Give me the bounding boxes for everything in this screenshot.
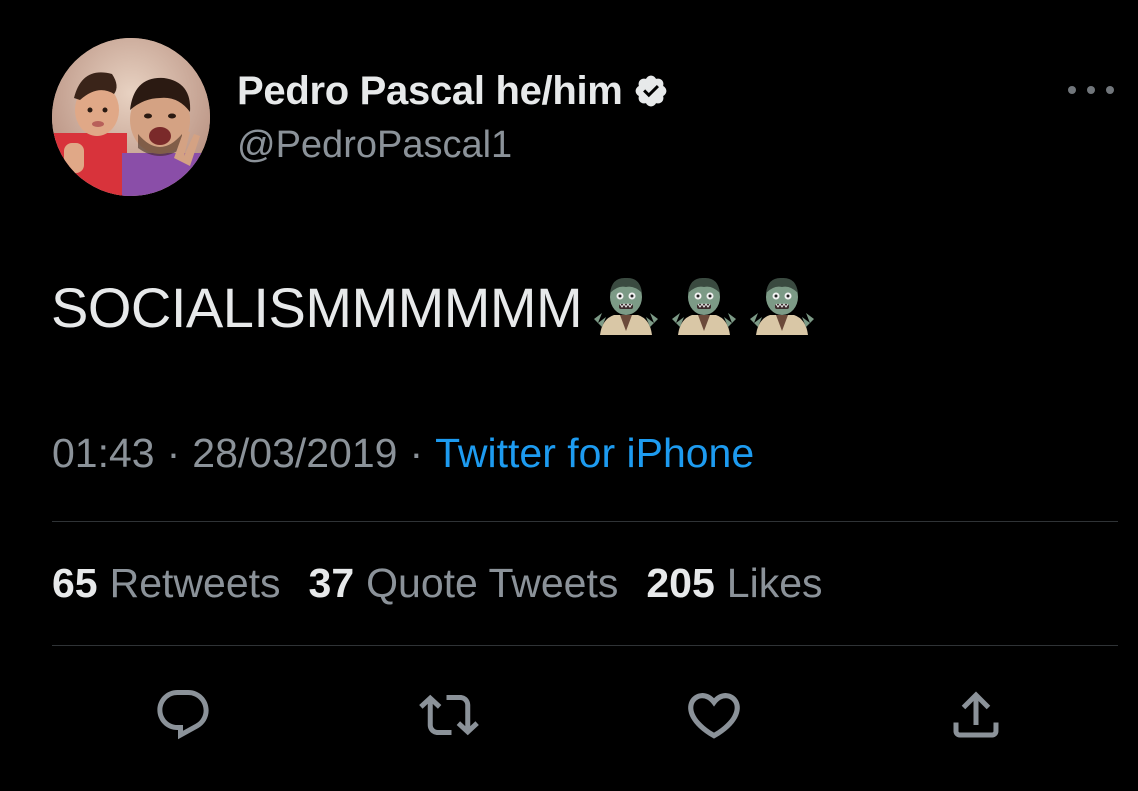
more-options-button[interactable] <box>1068 80 1114 100</box>
divider <box>52 645 1118 646</box>
more-dot-icon <box>1087 86 1095 94</box>
meta-separator: · <box>166 430 181 476</box>
tweet-date[interactable]: 28/03/2019 <box>192 430 397 477</box>
likes-stat[interactable]: 205 Likes <box>646 560 822 607</box>
share-icon <box>953 691 999 738</box>
verified-badge-icon <box>633 73 669 109</box>
meta-separator: · <box>409 430 424 476</box>
retweets-label: Retweets <box>109 560 281 606</box>
tweet-stats: 65 Retweets 37 Quote Tweets 205 Likes <box>52 560 851 607</box>
divider <box>52 521 1118 522</box>
quote-tweets-stat[interactable]: 37 Quote Tweets <box>309 560 619 607</box>
tweet-source-link[interactable]: Twitter for iPhone <box>435 430 754 477</box>
likes-count: 205 <box>646 560 715 606</box>
zombie-icon <box>670 273 738 341</box>
retweet-icon <box>419 694 479 736</box>
share-button[interactable] <box>941 680 1011 750</box>
avatar-photo <box>52 38 210 196</box>
zombie-icon <box>748 273 816 341</box>
author-name-row: Pedro Pascal he/him <box>237 66 669 116</box>
quote-tweets-count: 37 <box>308 560 355 606</box>
zombie-icon <box>592 273 660 341</box>
avatar[interactable] <box>52 38 210 196</box>
author-handle[interactable]: @PedroPascal1 <box>237 124 512 167</box>
quote-tweets-label: Quote Tweets <box>366 560 619 606</box>
likes-label: Likes <box>726 560 823 606</box>
tweet-time[interactable]: 01:43 <box>52 430 155 477</box>
like-icon <box>688 693 740 739</box>
more-dot-icon <box>1106 86 1114 94</box>
tweet-meta: 01:43 · 28/03/2019 · Twitter for iPhone <box>52 430 754 477</box>
retweets-stat[interactable]: 65 Retweets <box>52 560 281 607</box>
like-button[interactable] <box>679 680 749 750</box>
more-dot-icon <box>1068 86 1076 94</box>
author-display-name[interactable]: Pedro Pascal he/him <box>237 69 623 114</box>
tweet-body: SOCIALISMMMMMM <box>51 272 816 342</box>
retweets-count: 65 <box>52 560 98 606</box>
retweet-button[interactable] <box>414 680 484 750</box>
reply-button[interactable] <box>148 680 218 750</box>
tweet: Pedro Pascal he/him @PedroPascal1 SOCIAL… <box>0 0 1138 791</box>
action-bar <box>0 680 1138 750</box>
tweet-text: SOCIALISMMMMMM <box>51 275 583 339</box>
reply-icon <box>157 690 209 740</box>
